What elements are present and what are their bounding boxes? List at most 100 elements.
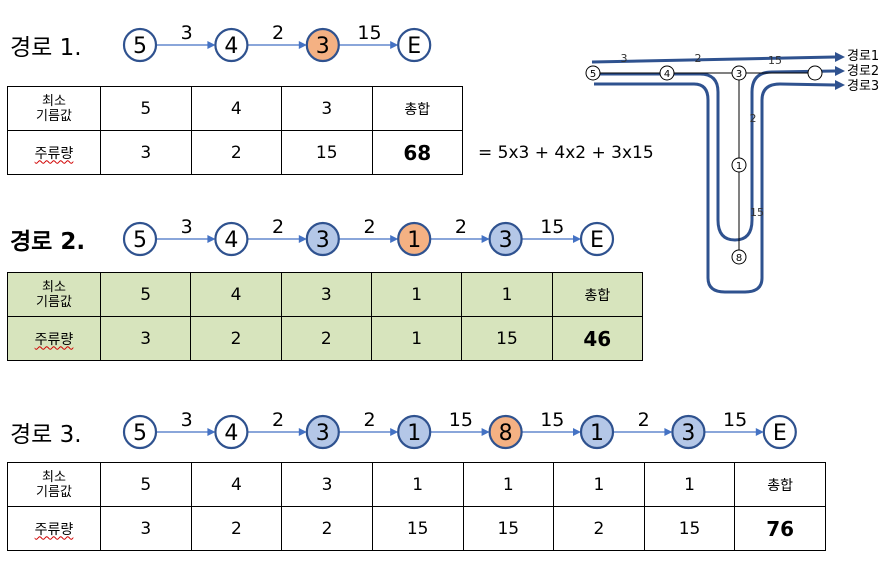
table-cell: 2: [190, 130, 282, 175]
route-1-table: 최소 기름값 5 4 3 총합 주류량 3 2 15 68: [7, 86, 463, 175]
route-2-node-label: 5: [133, 228, 147, 253]
total-value: 68: [371, 130, 463, 175]
map-arrowhead-2: [835, 66, 845, 76]
row1-label: 최소 기름값: [7, 462, 101, 507]
table-cell: 4: [190, 272, 282, 317]
route-2-weight-label: 3: [181, 216, 193, 238]
route-1-weight-label: 3: [181, 22, 193, 44]
table-cell: 3: [281, 462, 373, 507]
total-value: 46: [551, 316, 644, 361]
route-2-node-label: 3: [316, 228, 330, 253]
route-1-node-label: 3: [316, 34, 330, 59]
route-3-arrowhead: [573, 428, 581, 436]
map-edge-label: 3: [621, 52, 628, 65]
map-route-1-line: [591, 55, 836, 64]
row2-label: 주류량: [7, 130, 101, 175]
row1-label: 최소 기름값: [7, 86, 101, 131]
map-node-3-label: 3: [736, 69, 742, 80]
map-node-end: [807, 65, 823, 81]
route-3-arrowhead: [664, 428, 673, 436]
row2-label: 주류량: [7, 506, 101, 551]
route-3-weight-label: 3: [181, 409, 193, 431]
route-3-table: 최소 기름값 5 4 3 1 1 1 1 총합 주류량 3 2 2 15 15 2…: [7, 462, 826, 551]
route-3-node-label: 5: [133, 421, 147, 446]
row1-label-line1: 최소: [42, 469, 66, 485]
route-3-weight-label: 15: [723, 409, 747, 431]
table-cell: 3: [280, 272, 372, 317]
route-3-arrowhead: [207, 428, 216, 436]
route-3-weight-label: 2: [638, 409, 650, 431]
row2-label: 주류량: [7, 316, 101, 361]
route-1-arrowhead: [298, 41, 307, 49]
table-cell: 15: [462, 506, 555, 551]
route-2-title: 경로 2.: [10, 229, 86, 255]
table-cell: 1: [553, 462, 645, 507]
route-2-node-label: 3: [499, 228, 513, 253]
route-1-weight-label: 2: [272, 22, 284, 44]
table-cell: 3: [100, 130, 192, 175]
table-cell: 1: [462, 462, 555, 507]
map-edge-label: 15: [768, 54, 782, 67]
route-3-arrowhead: [755, 428, 764, 436]
map-route-1-label: 경로1: [847, 49, 879, 64]
route-1-node-label: 5: [133, 34, 147, 59]
table-cell: 1: [371, 462, 464, 507]
route-3-arrowhead: [390, 428, 399, 436]
route-3-node-label: 1: [407, 421, 421, 446]
route-1-arrowhead: [390, 41, 399, 49]
row2-label-text: 주류량: [34, 521, 74, 538]
table-cell: 2: [190, 316, 282, 361]
map-node-1-label: 1: [736, 161, 742, 172]
table-cell: 3: [281, 86, 373, 131]
route-2-weight-label: 2: [455, 216, 467, 238]
row2-label-text: 주류량: [34, 331, 74, 348]
row1-label-line1: 최소: [42, 279, 66, 295]
row2-label-text: 주류량: [34, 145, 74, 162]
map-edge-label: 15: [750, 206, 764, 219]
route-3-weight-label: 2: [363, 409, 375, 431]
route-2-weight-label: 2: [272, 216, 284, 238]
table-cell: 2: [553, 506, 645, 551]
route-3-node-label: 3: [681, 421, 695, 446]
route-3-node-label: E: [773, 421, 787, 446]
route-3-node-label: 3: [316, 421, 330, 446]
table-cell: 5: [100, 86, 192, 131]
table-cell: 1: [461, 272, 553, 317]
route-3-weight-label: 2: [272, 409, 284, 431]
route-3-title: 경로 3.: [10, 422, 82, 448]
route-3-node-label: 4: [224, 421, 238, 446]
route-2-node-label: 4: [224, 228, 238, 253]
table-cell: 15: [461, 316, 553, 361]
map-edge-label: 2: [750, 112, 757, 125]
row1-label-line2: 기름값: [36, 294, 72, 310]
map-route-2-label: 경로2: [847, 64, 879, 79]
table-cell: 15: [643, 506, 736, 551]
table-cell: 4: [190, 462, 283, 507]
route-map-diagram: 5 4 3 1 8 3 2 15 2 15 경로1 경로2 경로3: [585, 49, 879, 294]
total-label: 총합: [734, 462, 826, 507]
row1-label: 최소 기름값: [7, 272, 101, 317]
table-cell: 5: [99, 272, 192, 317]
route-2-node-label: 1: [407, 228, 421, 253]
route-1-arrowhead: [207, 41, 216, 49]
route-2-weight-label: 2: [363, 216, 375, 238]
route-1-node-label: 4: [224, 34, 238, 59]
map-edge-label: 2: [695, 52, 702, 65]
table-cell: 1: [370, 316, 463, 361]
row1-label-line1: 최소: [42, 93, 66, 109]
table-cell: 5: [100, 462, 192, 507]
total-label: 총합: [371, 86, 463, 131]
map-node-8-label: 8: [736, 253, 742, 264]
table-cell: 1: [643, 462, 736, 507]
map-arrowhead-3: [835, 80, 845, 90]
route-3-node-label: 1: [590, 421, 604, 446]
route-2-arrowhead: [481, 235, 490, 243]
route-3-node-label: 8: [499, 421, 513, 446]
route-1-node-label: E: [407, 34, 421, 59]
table-cell: 15: [371, 506, 464, 551]
total-value: 76: [734, 506, 826, 551]
map-arrowhead-1: [835, 52, 845, 62]
route-3-weight-label: 15: [449, 409, 473, 431]
route-1-weight-label: 15: [357, 22, 381, 44]
map-route-3-label: 경로3: [847, 79, 879, 94]
